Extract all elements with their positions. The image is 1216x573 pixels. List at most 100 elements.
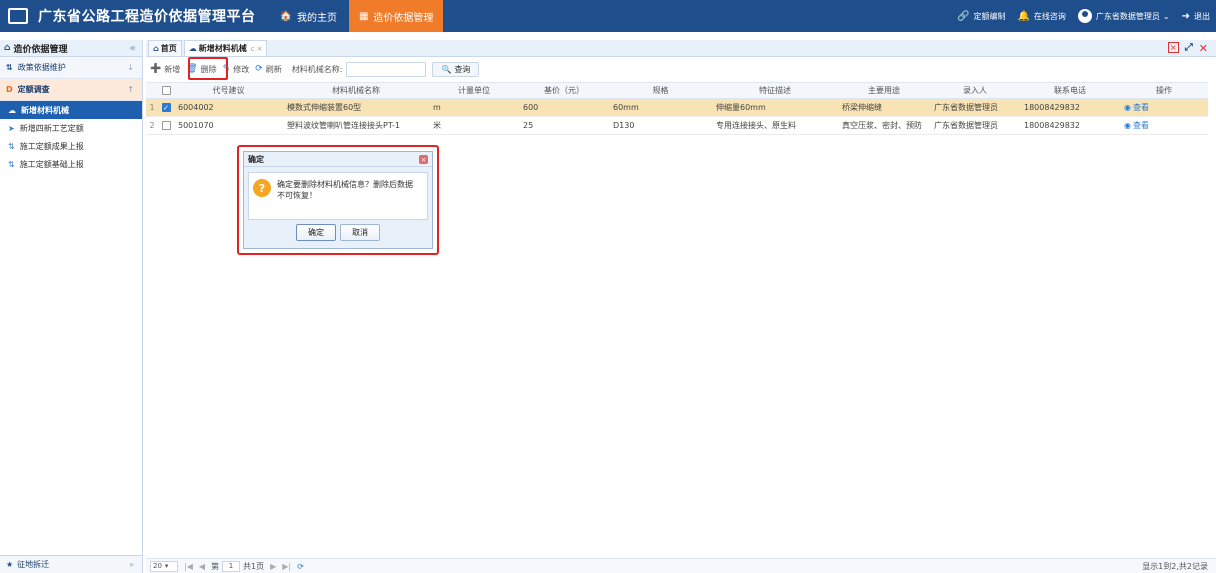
view-link[interactable]: ◉ 查看 xyxy=(1120,99,1208,116)
select-all-checkbox[interactable] xyxy=(158,83,174,98)
sidebar-group-quota-survey[interactable]: D 定额调查 ↑ xyxy=(0,79,142,101)
tab-home[interactable]: ⌂ 首页 xyxy=(148,40,182,56)
document-icon: D xyxy=(6,85,13,94)
logout-link[interactable]: ➜ 退出 xyxy=(1182,11,1210,22)
tab-new-material[interactable]: ☁ 新增材料机械 c × xyxy=(183,40,268,56)
dialog-title: 确定 xyxy=(244,152,432,167)
nav-home[interactable]: 🏠 我的主页 xyxy=(270,0,347,32)
cell-use: 真空压浆、密封、预防 xyxy=(842,121,922,130)
name-filter-input[interactable] xyxy=(346,61,427,77)
column-header[interactable]: 规格 xyxy=(609,83,712,98)
view-link[interactable]: ◉ 查看 xyxy=(1120,117,1208,134)
eye-icon: ◉ xyxy=(1124,121,1131,130)
sidebar-item-new-material[interactable]: ☁ 新增材料机械 xyxy=(0,101,142,119)
table-row[interactable]: 1 ✓ 6004002 模数式伸缩装置60型 m 600 60mm 伸缩量60m… xyxy=(146,99,1208,117)
sidebar-group-land[interactable]: ★ 征地拆迁 » xyxy=(0,555,142,573)
view-label: 查看 xyxy=(1132,103,1149,112)
grid-header: 代号建议 材料机械名称 计量单位 基价（元） 规格 特征描述 主要用途 录入人 … xyxy=(146,82,1208,99)
cell-feature: 伸缩量60mm xyxy=(716,103,766,112)
sidebar-group-quota-survey-label: 定额调查 xyxy=(17,85,50,94)
page-number-input[interactable]: 1 xyxy=(222,560,241,572)
refresh-icon[interactable]: ⟳ xyxy=(297,562,304,571)
sidebar-item-label: 新增材料机械 xyxy=(21,105,69,115)
dialog-message: 确定要删除材料机械信息？删除后数据不可恢复！ xyxy=(277,180,413,200)
sidebar-group-policy[interactable]: ⇅ 政策依据维护 ↓ xyxy=(0,57,142,79)
confirm-dialog: 确定 × ? 确定要删除材料机械信息？删除后数据不可恢复！ 确定 取消 xyxy=(243,151,433,249)
row-checkbox[interactable]: ✓ xyxy=(158,99,174,116)
next-page-icon[interactable]: ▶ xyxy=(270,562,276,571)
cancel-button[interactable]: 取消 xyxy=(340,224,380,241)
cell-price: 600 xyxy=(523,103,539,112)
tab-bar: ⌂ 首页 ☁ 新增材料机械 c × × ⤢ ✕ xyxy=(146,40,1216,57)
pager-info: 显示1到2,共2记录 xyxy=(1142,561,1208,571)
confirm-button[interactable]: 确定 xyxy=(296,224,336,241)
close-tab-icon[interactable]: × xyxy=(257,45,263,53)
online-consult-link[interactable]: 🔔 在线咨询 xyxy=(1017,11,1065,22)
dialog-body: ? 确定要删除材料机械信息？删除后数据不可恢复！ xyxy=(248,172,428,220)
data-grid: 代号建议 材料机械名称 计量单位 基价（元） 规格 特征描述 主要用途 录入人 … xyxy=(146,82,1208,135)
quota-edit-label: 定额编制 xyxy=(973,11,1006,21)
report-icon: ⇅ xyxy=(8,141,15,151)
close-icon[interactable]: × xyxy=(419,155,428,164)
close-icon[interactable]: ✕ xyxy=(1199,42,1208,55)
sidebar-item-basic-report[interactable]: ⇅ 施工定额基础上报 xyxy=(0,155,142,173)
collapse-left-icon[interactable]: « xyxy=(130,43,136,54)
tag-icon: ➤ xyxy=(8,123,15,133)
add-label: 新增 xyxy=(164,64,181,74)
page-label-pre: 第 xyxy=(211,561,220,571)
refresh-label: 刷新 xyxy=(265,64,282,74)
cell-entry: 广东省数据管理员 xyxy=(934,121,998,130)
delete-highlight-box xyxy=(188,57,228,80)
chevron-down-icon: ▾ xyxy=(164,562,169,570)
chevron-up-icon: ↑ xyxy=(127,85,134,94)
column-header[interactable]: 代号建议 xyxy=(174,83,283,98)
column-header: 操作 xyxy=(1156,86,1172,95)
sidebar-item-result-report[interactable]: ⇅ 施工定额成果上报 xyxy=(0,137,142,155)
logout-icon: ➜ xyxy=(1181,10,1190,22)
sidebar-item-label: 新增四新工艺定额 xyxy=(19,123,84,133)
name-filter-label: 材料机械名称: xyxy=(291,64,343,74)
cell-use: 桥梁伸缩缝 xyxy=(842,103,882,112)
cell-phone: 18008429832 xyxy=(1024,103,1080,112)
column-header[interactable]: 联系电话 xyxy=(1020,83,1120,98)
link-icon: 🔗 xyxy=(957,10,970,22)
sidebar-title: 造价依据管理 xyxy=(13,44,68,55)
prev-page-icon[interactable]: ◀ xyxy=(199,562,205,571)
sidebar-header: ⌂ 造价依据管理 « xyxy=(0,40,142,57)
row-index: 2 xyxy=(149,121,155,130)
first-page-icon[interactable]: |◀ xyxy=(184,562,193,571)
header-index xyxy=(146,83,158,98)
row-checkbox[interactable] xyxy=(158,117,174,134)
quota-edit-link[interactable]: 🔗 定额编制 xyxy=(957,11,1005,22)
column-header[interactable]: 计量单位 xyxy=(429,83,519,98)
page-size-select[interactable]: 20 ▾ xyxy=(150,560,178,572)
monitor-logo-icon xyxy=(8,8,28,24)
column-header[interactable]: 特征描述 xyxy=(712,83,838,98)
cell-code: 5001070 xyxy=(178,121,214,130)
policy-icon: ⇅ xyxy=(6,63,13,72)
column-header[interactable]: 材料机械名称 xyxy=(283,83,429,98)
pagination-bar: 20 ▾ |◀ ◀ 第 1 共1页 ▶ ▶| ⟳ 显示1到2,共2记录 xyxy=(146,558,1216,573)
table-row[interactable]: 2 5001070 塑料波纹管喇叭管连接接头PT-1 米 25 D130 专用连… xyxy=(146,117,1208,135)
sidebar-group-land-label: 征地拆迁 xyxy=(17,560,50,569)
column-header[interactable]: 主要用途 xyxy=(838,83,930,98)
cloud-icon: ☁ xyxy=(188,44,197,53)
refresh-tab-icon[interactable]: c xyxy=(251,45,255,53)
page-total-label: 共1页 xyxy=(243,561,265,571)
search-button[interactable]: 🔍 查询 xyxy=(432,61,480,77)
refresh-button[interactable]: ⟳ 刷新 xyxy=(255,64,282,75)
search-label: 查询 xyxy=(454,64,471,74)
last-page-icon[interactable]: ▶| xyxy=(282,562,291,571)
user-menu[interactable]: 广东省数据管理员 ⌄ xyxy=(1077,9,1170,23)
chevron-down-icon: ⌄ xyxy=(1162,11,1170,21)
column-header[interactable]: 基价（元） xyxy=(519,83,609,98)
chevron-double-down-icon: » xyxy=(129,560,134,569)
nav-cost-basis-label: 造价依据管理 xyxy=(373,12,434,24)
add-button[interactable]: ➕ 新增 xyxy=(150,64,180,75)
close-all-tabs-icon[interactable]: × xyxy=(1167,42,1179,53)
sidebar-item-new-process[interactable]: ➤ 新增四新工艺定额 xyxy=(0,119,142,137)
column-header[interactable]: 录入人 xyxy=(930,83,1020,98)
nav-cost-basis[interactable]: ▦ 造价依据管理 xyxy=(348,0,444,32)
edit-label: 修改 xyxy=(233,64,250,74)
fullscreen-icon[interactable]: ⤢ xyxy=(1185,42,1193,55)
